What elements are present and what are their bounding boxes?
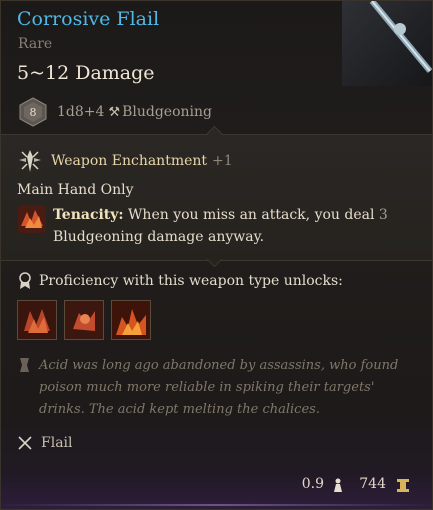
tenacity-description: When you miss an attack, you deal xyxy=(128,207,375,223)
flail-icon xyxy=(18,436,32,450)
damage-type: Bludgeoning xyxy=(122,104,212,120)
lore-text: Acid was long ago abandoned by assassins… xyxy=(39,358,399,417)
enchantment-row: Weapon Enchantment +1 xyxy=(17,148,233,174)
dice-formula: 1d8+4 xyxy=(57,104,105,120)
item-tooltip: Corrosive Flail Rare 5~12 Damage 8 1d8+4… xyxy=(0,0,433,510)
tenacity-name: Tenacity: xyxy=(53,207,124,223)
enchantment-icon xyxy=(19,150,41,172)
tenacity-icon xyxy=(18,205,46,233)
bludgeoning-icon: ⚒ xyxy=(108,104,121,120)
die-face: 8 xyxy=(30,106,37,119)
footer-divider xyxy=(1,504,432,506)
item-value: 744 xyxy=(359,476,386,492)
weight-icon xyxy=(334,478,342,492)
proficiency-actions xyxy=(17,300,158,340)
d8-die-icon: 8 xyxy=(19,97,47,127)
item-weight: 0.9 xyxy=(301,476,324,492)
enchantment-label: Weapon Enchantment xyxy=(51,153,208,169)
weapon-type-row: Flail xyxy=(17,435,73,451)
action-icon-1[interactable] xyxy=(17,300,57,340)
gold-coin-icon xyxy=(397,479,409,492)
action-icon-3[interactable] xyxy=(111,300,151,340)
proficiency-row: Proficiency with this weapon type unlock… xyxy=(17,272,343,290)
tenacity-passive: Tenacity: When you miss an attack, you d… xyxy=(17,204,417,248)
enchantment-bonus: +1 xyxy=(212,153,233,169)
weapon-type: Flail xyxy=(41,435,73,451)
tenacity-amount: 3 xyxy=(378,207,388,223)
proficiency-label: Proficiency with this weapon type unlock… xyxy=(39,273,343,289)
item-rarity: Rare xyxy=(18,36,53,52)
tenacity-damage-type: Bludgeoning damage xyxy=(53,229,204,245)
main-hand-restriction: Main Hand Only xyxy=(17,182,134,198)
lore-row: Acid was long ago abandoned by assassins… xyxy=(17,355,417,421)
proficiency-icon xyxy=(19,272,31,289)
action-icon-2[interactable] xyxy=(64,300,104,340)
lore-scroll-icon xyxy=(20,358,29,372)
weapon-art-icon xyxy=(342,1,432,86)
dice-row: 8 1d8+4 ⚒ Bludgeoning xyxy=(19,97,212,127)
item-name: Corrosive Flail xyxy=(17,8,160,30)
damage-range: 5~12 Damage xyxy=(17,62,155,84)
tenacity-description-end: anyway. xyxy=(207,229,265,245)
